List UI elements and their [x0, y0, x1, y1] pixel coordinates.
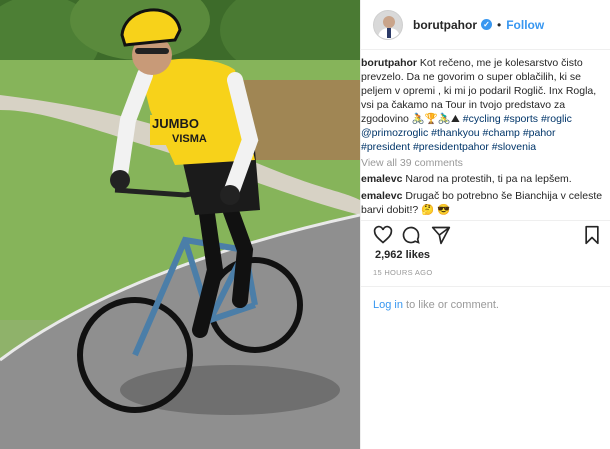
login-link[interactable]: Log in [373, 299, 403, 311]
post-header: borutpahor ✓ • Follow [361, 0, 610, 50]
comment-icon[interactable] [401, 225, 421, 250]
comment-item: emalevc Drugač bo potrebno še Bianchija … [361, 189, 605, 215]
comment-username[interactable]: emalevc [361, 173, 402, 185]
view-all-comments-link[interactable]: View all 39 comments [361, 157, 605, 169]
follow-button[interactable]: Follow [506, 18, 544, 32]
post-panel: borutpahor ✓ • Follow borutpahor Kot reč… [360, 0, 610, 449]
svg-text:JUMBO: JUMBO [152, 116, 199, 131]
action-bar [361, 220, 610, 248]
post-caption: borutpahor Kot rečeno, me je kolesarstvo… [361, 56, 605, 154]
verified-badge-icon: ✓ [481, 19, 492, 30]
post-timestamp: 15 HOURS AGO [373, 268, 433, 277]
comment-text: Narod na protestih, ti pa na lepšem. [405, 173, 572, 185]
bookmark-icon[interactable] [583, 225, 601, 250]
post-photo[interactable]: JUMBO VISMA [0, 0, 360, 449]
svg-text:VISMA: VISMA [172, 133, 207, 145]
separator-dot: • [497, 17, 502, 32]
comment-item: emalevc Narod na protestih, ti pa na lep… [361, 172, 605, 186]
cyclist-photo-illustration: JUMBO VISMA [0, 0, 360, 449]
comment-username[interactable]: emalevc [361, 190, 402, 202]
username-link[interactable]: borutpahor [413, 18, 477, 32]
comments-section: borutpahor Kot rečeno, me je kolesarstvo… [361, 50, 610, 215]
avatar[interactable] [373, 9, 403, 40]
login-prompt: Log in to like or comment. [361, 286, 610, 326]
caption-username[interactable]: borutpahor [361, 57, 417, 69]
likes-count[interactable]: 2,962 likes [375, 249, 430, 261]
share-icon[interactable] [431, 225, 451, 250]
login-suffix: to like or comment. [402, 299, 499, 311]
heart-icon[interactable] [373, 225, 393, 250]
